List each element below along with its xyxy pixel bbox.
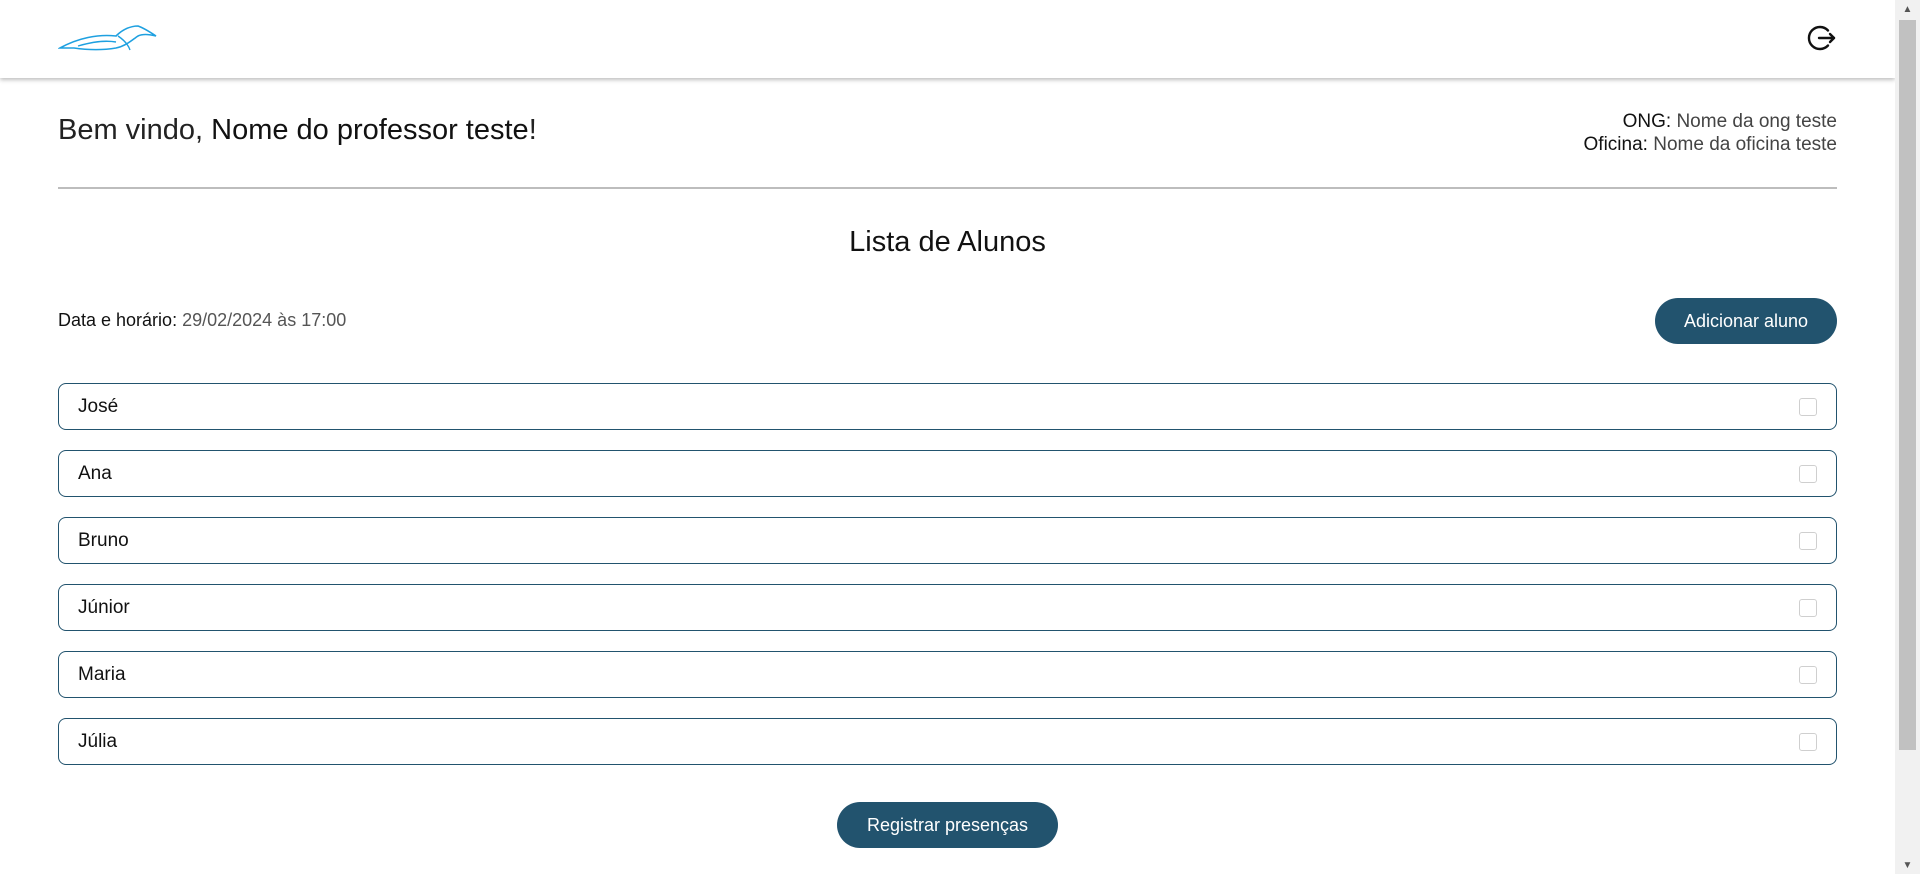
add-student-button[interactable]: Adicionar aluno xyxy=(1655,298,1837,344)
welcome-prefix: Bem vindo, xyxy=(58,114,212,146)
student-row[interactable]: Júnior xyxy=(58,584,1837,631)
top-bar xyxy=(0,0,1895,78)
teacher-name: Nome do professor teste xyxy=(211,114,529,146)
divider xyxy=(58,187,1837,189)
student-name: José xyxy=(78,395,119,417)
datetime-value: 29/02/2024 às 17:00 xyxy=(182,310,347,330)
student-name: Bruno xyxy=(78,529,129,551)
ong-line: ONG: Nome da ong teste xyxy=(1584,110,1837,133)
session-datetime: Data e horário: 29/02/2024 às 17:00 xyxy=(58,310,346,331)
scrollbar-thumb[interactable] xyxy=(1899,20,1916,750)
student-name: Maria xyxy=(78,663,126,685)
datetime-label: Data e horário: xyxy=(58,310,178,330)
ong-label: ONG: xyxy=(1622,111,1672,132)
scroll-up-arrow-icon[interactable]: ▲ xyxy=(1895,0,1920,18)
oficina-line: Oficina: Nome da oficina teste xyxy=(1584,133,1837,156)
student-row[interactable]: José xyxy=(58,383,1837,430)
org-info: ONG: Nome da ong teste Oficina: Nome da … xyxy=(1584,110,1837,156)
welcome-message: Bem vindo, Nome do professor teste! xyxy=(58,114,537,147)
oficina-value: Nome da oficina teste xyxy=(1653,134,1837,155)
student-name: Júlia xyxy=(78,730,118,752)
student-row[interactable]: Maria xyxy=(58,651,1837,698)
logout-icon xyxy=(1807,25,1836,51)
attendance-checkbox[interactable] xyxy=(1799,598,1817,617)
logout-button[interactable] xyxy=(1806,22,1838,54)
list-title: Lista de Alunos xyxy=(849,226,1046,258)
page: Bem vindo, Nome do professor teste! ONG:… xyxy=(0,0,1895,874)
student-row[interactable]: Bruno xyxy=(58,517,1837,564)
bird-logo-icon[interactable] xyxy=(56,24,158,54)
oficina-label: Oficina: xyxy=(1583,134,1648,155)
attendance-checkbox[interactable] xyxy=(1799,397,1817,416)
ong-value: Nome da ong teste xyxy=(1676,111,1837,132)
student-name: Ana xyxy=(78,462,112,484)
attendance-checkbox[interactable] xyxy=(1799,732,1817,751)
attendance-checkbox[interactable] xyxy=(1799,531,1817,550)
student-row[interactable]: Júlia xyxy=(58,718,1837,765)
student-row[interactable]: Ana xyxy=(58,450,1837,497)
welcome-suffix: ! xyxy=(528,114,537,146)
register-attendance-button[interactable]: Registrar presenças xyxy=(837,802,1058,848)
student-list: José Ana Bruno Júnior Maria Júlia xyxy=(58,383,1837,785)
attendance-checkbox[interactable] xyxy=(1799,665,1817,684)
vertical-scrollbar[interactable]: ▲ ▼ xyxy=(1895,0,1920,874)
scroll-down-arrow-icon[interactable]: ▼ xyxy=(1895,856,1920,874)
attendance-checkbox[interactable] xyxy=(1799,464,1817,483)
student-name: Júnior xyxy=(78,596,130,618)
